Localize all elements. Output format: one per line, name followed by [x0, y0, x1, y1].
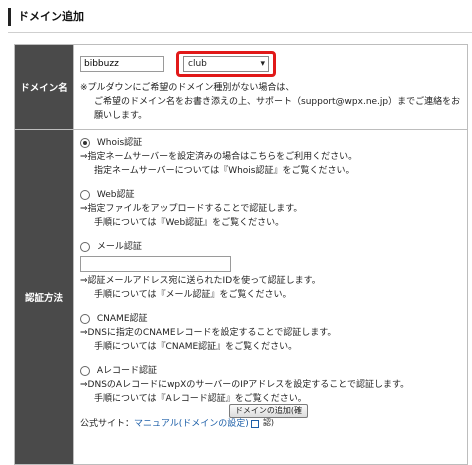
radio-icon[interactable] — [80, 189, 90, 200]
auth-option-mail-line2: 手順については『メール認証』をご覧ください。 — [94, 290, 292, 300]
auth-option-web: Web認証 ⇒指定ファイルをアップロードすることで認証します。 手順については『… — [80, 188, 461, 230]
auth-option-whois: Whois認証 ⇒指定ネームサーバーを設定済みの場合はこちらをご利用ください。 … — [80, 136, 461, 178]
page-title: ドメイン追加 — [8, 8, 472, 26]
domain-name-input[interactable] — [80, 56, 164, 72]
chevron-down-icon: ▾ — [260, 59, 265, 69]
auth-option-mail: メール認証 ⇒認証メールアドレス宛に送られたIDを使って認証します。 手順につい… — [80, 240, 461, 302]
auth-option-arecord-label: Aレコード認証 — [96, 366, 158, 376]
auth-option-web-line1: ⇒指定ファイルをアップロードすることで認証します。 — [80, 204, 303, 214]
title-divider — [8, 32, 472, 33]
auth-option-cname-radio-line[interactable]: CNAME認証 — [80, 312, 461, 326]
auth-option-mail-label: メール認証 — [96, 242, 142, 252]
auth-option-web-line2: 手順については『Web認証』をご覧ください。 — [94, 218, 285, 228]
auth-option-cname: CNAME認証 ⇒DNSに指定のCNAMEレコードを設定することで認証します。 … — [80, 312, 461, 354]
mail-address-input[interactable] — [80, 256, 231, 272]
domain-cell: club ▾ ※プルダウンにご希望のドメイン種別がない場合は、 ご希望のドメイン… — [73, 44, 468, 130]
auth-option-whois-radio-line[interactable]: Whois認証 — [80, 136, 461, 150]
domain-type-highlight: club ▾ — [176, 51, 276, 77]
domain-input-line: club ▾ — [80, 51, 461, 77]
auth-option-whois-line2: 指定ネームサーバーについては『Whois認証』をご覧ください。 — [94, 166, 355, 176]
radio-icon[interactable] — [80, 365, 90, 376]
domain-row: ドメイン名 club ▾ ※プルダウンにご希望のドメイン種別がない場合は、 ご希… — [14, 44, 468, 130]
radio-icon[interactable] — [80, 313, 90, 324]
auth-label: 認証方法 — [14, 129, 74, 465]
domain-note-line1: ※プルダウンにご希望のドメイン種別がない場合は、 — [80, 83, 295, 93]
official-site-prefix: 公式サイト： — [80, 419, 135, 429]
auth-option-cname-label: CNAME認証 — [96, 314, 148, 324]
auth-option-web-radio-line[interactable]: Web認証 — [80, 188, 461, 202]
domain-form-table: ドメイン名 club ▾ ※プルダウンにご希望のドメイン種別がない場合は、 ご希… — [14, 44, 468, 465]
auth-option-cname-line1: ⇒DNSに指定のCNAMEレコードを設定することで認証します。 — [80, 328, 337, 338]
auth-option-arecord: Aレコード認証 ⇒DNSのAレコードにwpXのサーバーのIPアドレスを設定するこ… — [80, 364, 461, 406]
auth-option-whois-line1: ⇒指定ネームサーバーを設定済みの場合はこちらをご利用ください。 — [80, 152, 358, 162]
radio-checked-icon[interactable] — [80, 137, 90, 148]
radio-icon[interactable] — [80, 241, 90, 252]
domain-type-value: club — [188, 59, 207, 69]
domain-note-line2: ご希望のドメイン名をお書き添えの上、サポート（support@wpx.ne.jp… — [94, 97, 461, 121]
domain-note: ※プルダウンにご希望のドメイン種別がない場合は、 ご希望のドメイン名をお書き添え… — [80, 81, 461, 123]
auth-option-mail-line1: ⇒認証メールアドレス宛に送られたIDを使って認証します。 — [80, 276, 321, 286]
add-domain-confirm-button[interactable]: ドメインの追加(確認) — [229, 404, 308, 427]
auth-option-arecord-line1: ⇒DNSのAレコードにwpXのサーバーのIPアドレスを設定することで認証します。 — [80, 380, 410, 390]
domain-type-select[interactable]: club ▾ — [183, 56, 269, 72]
auth-option-web-label: Web認証 — [96, 190, 135, 200]
auth-option-mail-radio-line[interactable]: メール認証 — [80, 240, 461, 254]
auth-option-arecord-radio-line[interactable]: Aレコード認証 — [80, 364, 461, 378]
manual-link[interactable]: マニュアル(ドメインの設定) — [134, 419, 249, 429]
auth-option-whois-label: Whois認証 — [96, 138, 143, 148]
domain-label: ドメイン名 — [14, 44, 74, 130]
external-link-icon — [250, 419, 259, 428]
auth-option-cname-line2: 手順については『CNAME認証』をご覧ください。 — [94, 342, 298, 352]
